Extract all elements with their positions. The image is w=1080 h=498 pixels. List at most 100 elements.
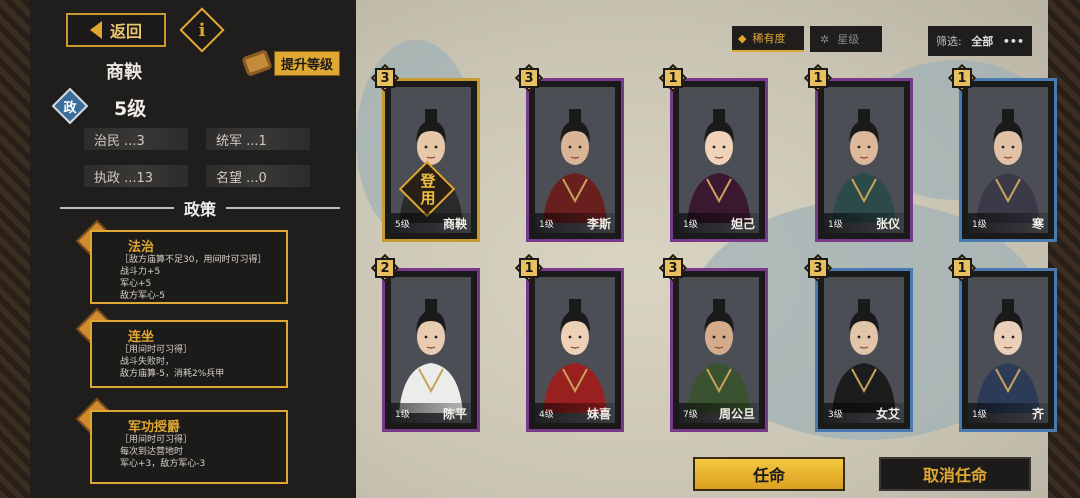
character-card[interactable]: 1级 妲己	[670, 78, 768, 242]
governance-badge-text: 政	[63, 100, 77, 116]
rank-badge-icon: 1	[803, 63, 833, 93]
policy-card[interactable]: 法治 ［敌方庙算不足30，用间时可习得］ 战斗力+5 军心+5 敌方军心-5	[90, 230, 288, 304]
tab-stars[interactable]: ✲ 星级	[810, 26, 882, 52]
character-portrait-frame	[968, 87, 1048, 233]
rank-badge-icon: 3	[803, 253, 833, 283]
character-portrait	[535, 283, 615, 413]
character-name: 陈平	[442, 406, 467, 421]
character-name: 张仪	[875, 216, 900, 231]
character-name: 齐	[1031, 406, 1044, 421]
character-portrait	[968, 283, 1048, 413]
character-portrait	[679, 283, 759, 413]
back-arrow-icon	[89, 21, 102, 39]
more-icon[interactable]: •••	[1003, 35, 1024, 48]
character-portrait	[968, 93, 1048, 223]
stat-govern-people: 治民 ...3	[84, 128, 188, 150]
policies-title: 政策	[184, 200, 217, 219]
rank-badge-icon: 3	[514, 63, 544, 93]
leader-name: 商鞅	[106, 62, 142, 83]
star-icon: ✲	[820, 32, 830, 46]
rank-badge-icon: 1	[514, 253, 544, 283]
rank-badge-icon: 1	[658, 63, 688, 93]
decorative-frame-left	[0, 0, 30, 498]
rank-value: 1	[957, 260, 967, 276]
character-portrait-frame	[679, 277, 759, 423]
character-portrait	[824, 283, 904, 413]
character-level: 7级	[683, 409, 698, 420]
rank-value: 1	[668, 70, 678, 86]
back-button[interactable]: 返回	[66, 13, 166, 47]
character-card[interactable]: 7级 周公旦	[670, 268, 768, 432]
character-name: 女艾	[875, 406, 900, 421]
tab-stars-label: 星级	[837, 33, 860, 46]
tab-rarity[interactable]: ◆ 稀有度	[732, 26, 804, 52]
divider	[60, 207, 174, 209]
character-card[interactable]: 1级 陈平	[382, 268, 480, 432]
character-card[interactable]: 登 用 5级 商鞅	[382, 78, 480, 242]
stat-reputation: 名望 ...0	[206, 165, 310, 187]
policies-heading: 政策	[60, 196, 341, 220]
character-portrait-frame	[391, 277, 471, 423]
filter-dropdown[interactable]: 筛选: 全部 •••	[928, 26, 1032, 56]
character-card[interactable]: 1级 张仪	[815, 78, 913, 242]
card-footer: 1级 寒	[968, 213, 1048, 233]
stat-administration: 执政 ...13	[84, 165, 188, 187]
diamond-icon: ◆	[738, 31, 747, 45]
info-button[interactable]: i	[179, 7, 225, 53]
card-footer: 4级 妹喜	[535, 403, 615, 423]
card-footer: 1级 张仪	[824, 213, 904, 233]
character-name: 寒	[1031, 216, 1044, 231]
character-card[interactable]: 1级 齐	[959, 268, 1057, 432]
character-card[interactable]: 3级 女艾	[815, 268, 913, 432]
policy-name: 法治	[128, 240, 155, 255]
rank-value: 1	[524, 260, 534, 276]
policy-name: 连坐	[128, 330, 155, 345]
filter-label: 筛选:	[936, 35, 962, 48]
rank-badge-icon: 3	[370, 63, 400, 93]
character-level: 1级	[972, 409, 987, 420]
character-portrait-frame	[535, 277, 615, 423]
policy-name: 军功授爵	[128, 420, 181, 435]
character-portrait-frame	[679, 87, 759, 233]
card-footer: 1级 齐	[968, 403, 1048, 423]
character-card[interactable]: 4级 妹喜	[526, 268, 624, 432]
rank-value: 3	[524, 70, 534, 86]
character-level: 1级	[539, 219, 554, 230]
cancel-appoint-button[interactable]: 取消任命	[879, 457, 1031, 491]
rank-value: 2	[380, 260, 390, 276]
character-name: 妹喜	[586, 406, 611, 421]
character-level: 1级	[828, 219, 843, 230]
upgrade-level-button[interactable]: 提升等级	[241, 49, 341, 77]
rank-badge-icon: 1	[947, 253, 977, 283]
policy-card[interactable]: 连坐 ［用间时可习得］ 战斗失败时， 敌方庙算-5，消耗2%兵甲	[90, 320, 288, 388]
policy-card[interactable]: 军功授爵 ［用间时可习得］ 每次到达营地时 军心+3，敌方军心-3	[90, 410, 288, 484]
stat-command-army: 统军 ...1	[206, 128, 310, 150]
filter-value: 全部	[971, 35, 994, 48]
appoint-button[interactable]: 任命	[693, 457, 845, 491]
policy-desc: ［敌方庙算不足30，用间时可习得］ 战斗力+5 军心+5 敌方军心-5	[120, 255, 267, 301]
governance-badge-icon: 政	[51, 87, 89, 125]
divider	[226, 207, 341, 209]
card-footer: 1级 陈平	[391, 403, 471, 423]
card-footer: 7级 周公旦	[679, 403, 759, 423]
character-portrait-frame	[824, 87, 904, 233]
rank-badge-icon: 1	[947, 63, 977, 93]
rank-value: 1	[957, 70, 967, 86]
character-level: 4级	[539, 409, 554, 420]
character-level: 3级	[828, 409, 843, 420]
character-portrait	[391, 283, 471, 413]
rank-value: 3	[813, 260, 823, 276]
character-card[interactable]: 1级 寒	[959, 78, 1057, 242]
character-name: 妲己	[730, 216, 755, 231]
rank-value: 3	[668, 260, 678, 276]
rank-value: 3	[380, 70, 390, 86]
back-label: 返回	[109, 22, 142, 41]
rank-badge-icon: 2	[370, 253, 400, 283]
card-footer: 1级 妲己	[679, 213, 759, 233]
upgrade-label: 提升等级	[274, 50, 341, 76]
character-card[interactable]: 1级 李斯	[526, 78, 624, 242]
character-portrait	[679, 93, 759, 223]
policy-desc: ［用间时可习得］ 每次到达营地时 军心+3，敌方军心-3	[120, 435, 206, 469]
character-level: 1级	[972, 219, 987, 230]
card-footer: 3级 女艾	[824, 403, 904, 423]
